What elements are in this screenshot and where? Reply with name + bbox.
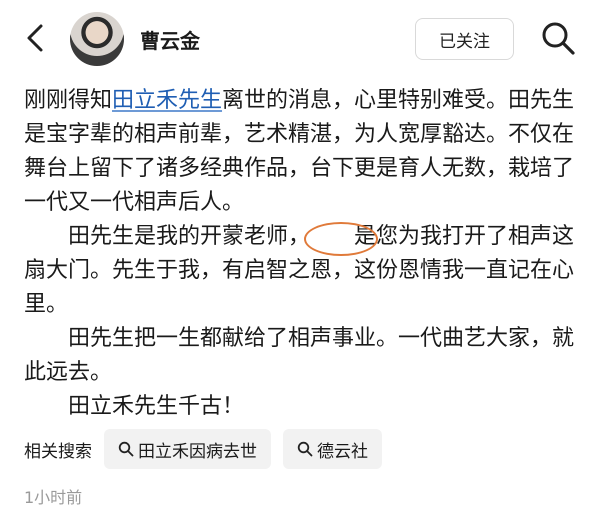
follow-button[interactable]: 已关注 [415, 18, 514, 60]
top-bar: 曹云金 已关注 [0, 0, 600, 78]
p1-prefix: 刚刚得知 [24, 88, 113, 113]
circled-text: 是您为 [354, 224, 421, 249]
back-chevron-icon[interactable] [20, 22, 52, 54]
post-paragraph-3: 田先生把一生都献给了相声事业。一代曲艺大家，就此远去。 [24, 326, 575, 385]
post-paragraph-1: 刚刚得知田立禾先生离世的消息，心里特别难受。田先生是宝字辈的相声前辈，艺术精湛，… [24, 84, 584, 220]
post-paragraph-2: 田先生是我的开蒙老师， 是您为 我打开了相声这扇大门。先生于我，有启智之恩，这份恩情… [24, 220, 584, 322]
post-body: 刚刚得知田立禾先生离世的消息，心里特别难受。田先生是宝字辈的相声前辈，艺术精湛，… [24, 84, 584, 424]
chip-label: 德云社 [317, 441, 368, 462]
username[interactable]: 曹云金 [140, 25, 200, 54]
related-search-label: 相关搜索 [24, 441, 92, 462]
search-icon[interactable] [540, 20, 576, 56]
chip-label: 田立禾因病去世 [138, 441, 257, 462]
search-icon [118, 441, 134, 457]
avatar[interactable] [70, 12, 124, 66]
related-search: 相关搜索 田立禾因病去世 德云社 [24, 429, 394, 469]
p2-before: 田先生是我的开蒙老师， [68, 224, 311, 249]
related-search-chip-1[interactable]: 田立禾因病去世 [104, 429, 271, 469]
related-search-chip-2[interactable]: 德云社 [283, 429, 382, 469]
person-link[interactable]: 田立禾先生 [112, 88, 222, 113]
circled-phrase: 是您为 [304, 220, 421, 256]
post-paragraph-4: 田立禾先生千古！ [68, 394, 245, 419]
post-timestamp: 1小时前 [24, 488, 83, 507]
search-icon [297, 441, 313, 457]
